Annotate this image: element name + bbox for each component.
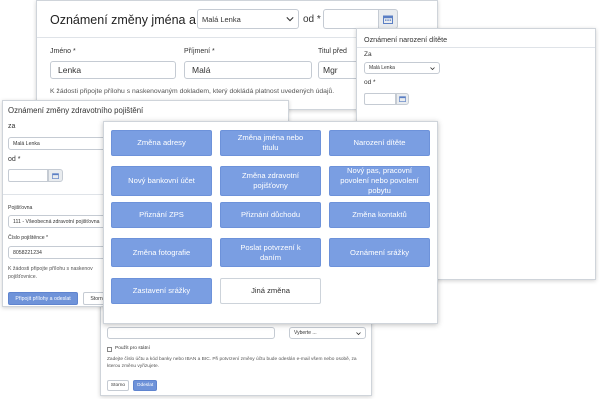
account-number-input[interactable] — [107, 327, 275, 339]
change-tile[interactable]: Jiná změna — [220, 278, 321, 304]
change-menu-card: Změna adresy Změna jména nebo titulu Naroz… — [103, 121, 438, 324]
insurance-person-select[interactable]: Malá Lenka — [8, 137, 112, 150]
change-tile[interactable]: Narození dítěte — [329, 130, 430, 156]
od-date-input[interactable] — [323, 9, 379, 29]
person-select[interactable]: Malá Lenka — [197, 9, 299, 29]
insured-no-input[interactable]: 8058221234 — [8, 246, 112, 259]
birth-za-label: Za — [364, 51, 372, 58]
use-for-all-label: Použít pro státní — [115, 346, 150, 351]
change-tile[interactable]: Oznámení srážky — [329, 238, 430, 267]
insurer-select[interactable]: 111 - Všeobecná zdravotní pojišťovna — [8, 215, 112, 228]
change-tile[interactable]: Přiznání důchodu — [220, 202, 321, 228]
birth-od-input[interactable] — [364, 93, 396, 105]
change-tile[interactable]: Změna fotografie — [111, 238, 212, 267]
name-change-note: K žádosti připojte přílohu s naskenovaný… — [50, 88, 335, 95]
insurance-note-line1: K žádosti připojte přílohu s naskenov — [8, 266, 93, 272]
bank-note: Zadejte číslo účtu a kód banky nebo IBAN… — [107, 357, 357, 369]
od-label: od * — [303, 14, 321, 25]
change-tile[interactable]: Nový bankovní účet — [111, 166, 212, 196]
bank-code-select-value: Vyberte ... — [294, 330, 317, 336]
chevron-down-icon — [356, 331, 361, 335]
calendar-icon — [52, 172, 59, 179]
title-before-label: Titul před — [318, 48, 347, 55]
insurance-card-title: Oznámení změny zdravotního pojištění — [8, 106, 144, 115]
birth-od-label: od * — [364, 79, 376, 86]
chevron-down-icon — [286, 17, 294, 22]
change-tile[interactable]: Přiznání ZPS — [111, 202, 212, 228]
insurance-person-select-value: Malá Lenka — [13, 140, 40, 147]
first-name-label: Jméno * — [50, 48, 76, 55]
bank-code-select[interactable]: Vyberte ... — [289, 327, 366, 339]
bank-submit-button[interactable]: Odeslat — [133, 380, 157, 391]
insured-no-label: Číslo pojištěnce * — [8, 235, 49, 241]
birth-person-select[interactable]: Malá Lenka — [364, 62, 440, 74]
calendar-icon — [383, 15, 393, 24]
change-tile[interactable]: Změna adresy — [111, 130, 212, 156]
last-name-input[interactable]: Malá — [184, 61, 312, 79]
change-tile[interactable]: Změna kontaktů — [329, 202, 430, 228]
birth-person-select-value: Malá Lenka — [369, 65, 395, 71]
divider — [357, 47, 595, 48]
insurer-label: Pojišťovna — [8, 205, 33, 211]
person-select-value: Malá Lenka — [202, 14, 241, 24]
birth-card-title: Oznámení narození dítěte — [364, 35, 448, 44]
insurance-za-label: za — [8, 123, 16, 130]
chevron-down-icon — [430, 66, 435, 70]
change-tile[interactable]: Nový pas, pracovní povolení nebo povolen… — [329, 166, 430, 196]
insurance-od-input[interactable] — [8, 169, 48, 182]
bank-cancel-button[interactable]: Storno — [107, 380, 129, 391]
change-tile[interactable]: Zastavení srážky — [111, 278, 212, 304]
first-name-input[interactable]: Lenka — [50, 61, 176, 79]
last-name-label: Příjmení * — [184, 48, 215, 55]
insurance-od-label: od * — [8, 156, 21, 163]
change-tile[interactable]: Poslat potvrzení k daním — [220, 238, 321, 267]
insurance-note-line2: pojišťovnice. — [8, 274, 38, 280]
calendar-button[interactable] — [48, 169, 63, 182]
change-tile[interactable]: Změna zdravotní pojišťovny — [220, 166, 321, 196]
attach-and-send-button[interactable]: Připojit přílohy a odeslat — [8, 292, 78, 305]
use-for-all-checkbox[interactable] — [107, 347, 112, 352]
calendar-icon — [399, 96, 406, 102]
change-tile[interactable]: Změna jména nebo titulu — [220, 130, 321, 156]
calendar-button[interactable] — [396, 93, 409, 105]
calendar-button[interactable] — [378, 9, 398, 29]
